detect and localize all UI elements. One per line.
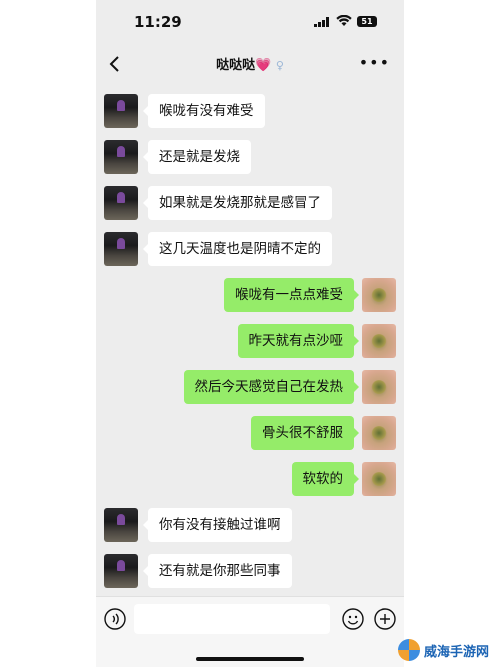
incoming-message-bubble[interactable]: 你有没有接触过谁啊 (143, 508, 292, 542)
voice-input-icon[interactable] (104, 608, 126, 630)
chat-screen: 11:29 51 哒哒哒💗 ♀ ••• 喉咙有没有难受 还是就是发烧如果就是发烧那… (96, 0, 404, 667)
home-indicator (196, 657, 304, 661)
gender-female-icon: ♀ (275, 59, 284, 72)
incoming-message-bubble[interactable]: 如果就是发烧那就是感冒了 (143, 186, 332, 220)
my-avatar[interactable] (362, 462, 396, 496)
heart-emoji: 💗 (255, 58, 272, 73)
outgoing-message-bubble[interactable]: 骨头很不舒服 (251, 416, 359, 450)
more-options-button[interactable]: ••• (359, 55, 390, 71)
status-time: 11:29 (134, 13, 182, 31)
message-row: 还有就是你那些同事 (96, 554, 404, 590)
outgoing-message-bubble[interactable]: 昨天就有点沙哑 (237, 324, 359, 358)
message-row: 如果就是发烧那就是感冒了 (96, 186, 404, 222)
incoming-message-bubble[interactable]: 还有就是你那些同事 (143, 554, 292, 588)
watermark-logo-icon (398, 639, 420, 661)
add-attachment-icon[interactable] (374, 608, 396, 630)
contact-avatar[interactable] (104, 232, 138, 266)
message-row: 软软的 (96, 462, 404, 498)
message-row: 然后今天感觉自己在发热 (96, 370, 404, 406)
contact-avatar[interactable] (104, 508, 138, 542)
incoming-message-bubble[interactable]: 喉咙有没有难受 (143, 94, 265, 128)
message-row: 你有没有接触过谁啊 (96, 508, 404, 544)
outgoing-message-bubble[interactable]: 软软的 (291, 462, 359, 496)
incoming-message-bubble[interactable]: 还是就是发烧 (143, 140, 251, 174)
chat-header: 哒哒哒💗 ♀ ••• (96, 44, 404, 84)
my-avatar[interactable] (362, 416, 396, 450)
outgoing-message-bubble[interactable]: 喉咙有一点点难受 (224, 278, 359, 312)
my-avatar[interactable] (362, 370, 396, 404)
message-row: 还是就是发烧 (96, 140, 404, 176)
message-row: 骨头很不舒服 (96, 416, 404, 452)
message-row: 喉咙有没有难受 (96, 94, 404, 130)
watermark: 威海手游网 (398, 636, 489, 664)
my-avatar[interactable] (362, 278, 396, 312)
contact-avatar[interactable] (104, 554, 138, 588)
wifi-icon (336, 15, 352, 26)
contact-name: 哒哒哒 (216, 58, 256, 73)
status-bar: 11:29 51 (96, 0, 404, 44)
watermark-text: 威海手游网 (424, 644, 490, 660)
message-row: 这几天温度也是阴晴不定的 (96, 232, 404, 268)
contact-avatar[interactable] (104, 94, 138, 128)
emoji-icon[interactable] (342, 608, 364, 630)
battery-icon: 51 (357, 16, 377, 27)
incoming-message-bubble[interactable]: 这几天温度也是阴晴不定的 (143, 232, 332, 266)
outgoing-message-bubble[interactable]: 然后今天感觉自己在发热 (183, 370, 359, 404)
contact-avatar[interactable] (104, 140, 138, 174)
cellular-signal-icon (314, 17, 329, 27)
my-avatar[interactable] (362, 324, 396, 358)
message-row: 昨天就有点沙哑 (96, 324, 404, 360)
message-row: 喉咙有一点点难受 (96, 278, 404, 314)
message-input[interactable] (134, 604, 330, 634)
contact-avatar[interactable] (104, 186, 138, 220)
